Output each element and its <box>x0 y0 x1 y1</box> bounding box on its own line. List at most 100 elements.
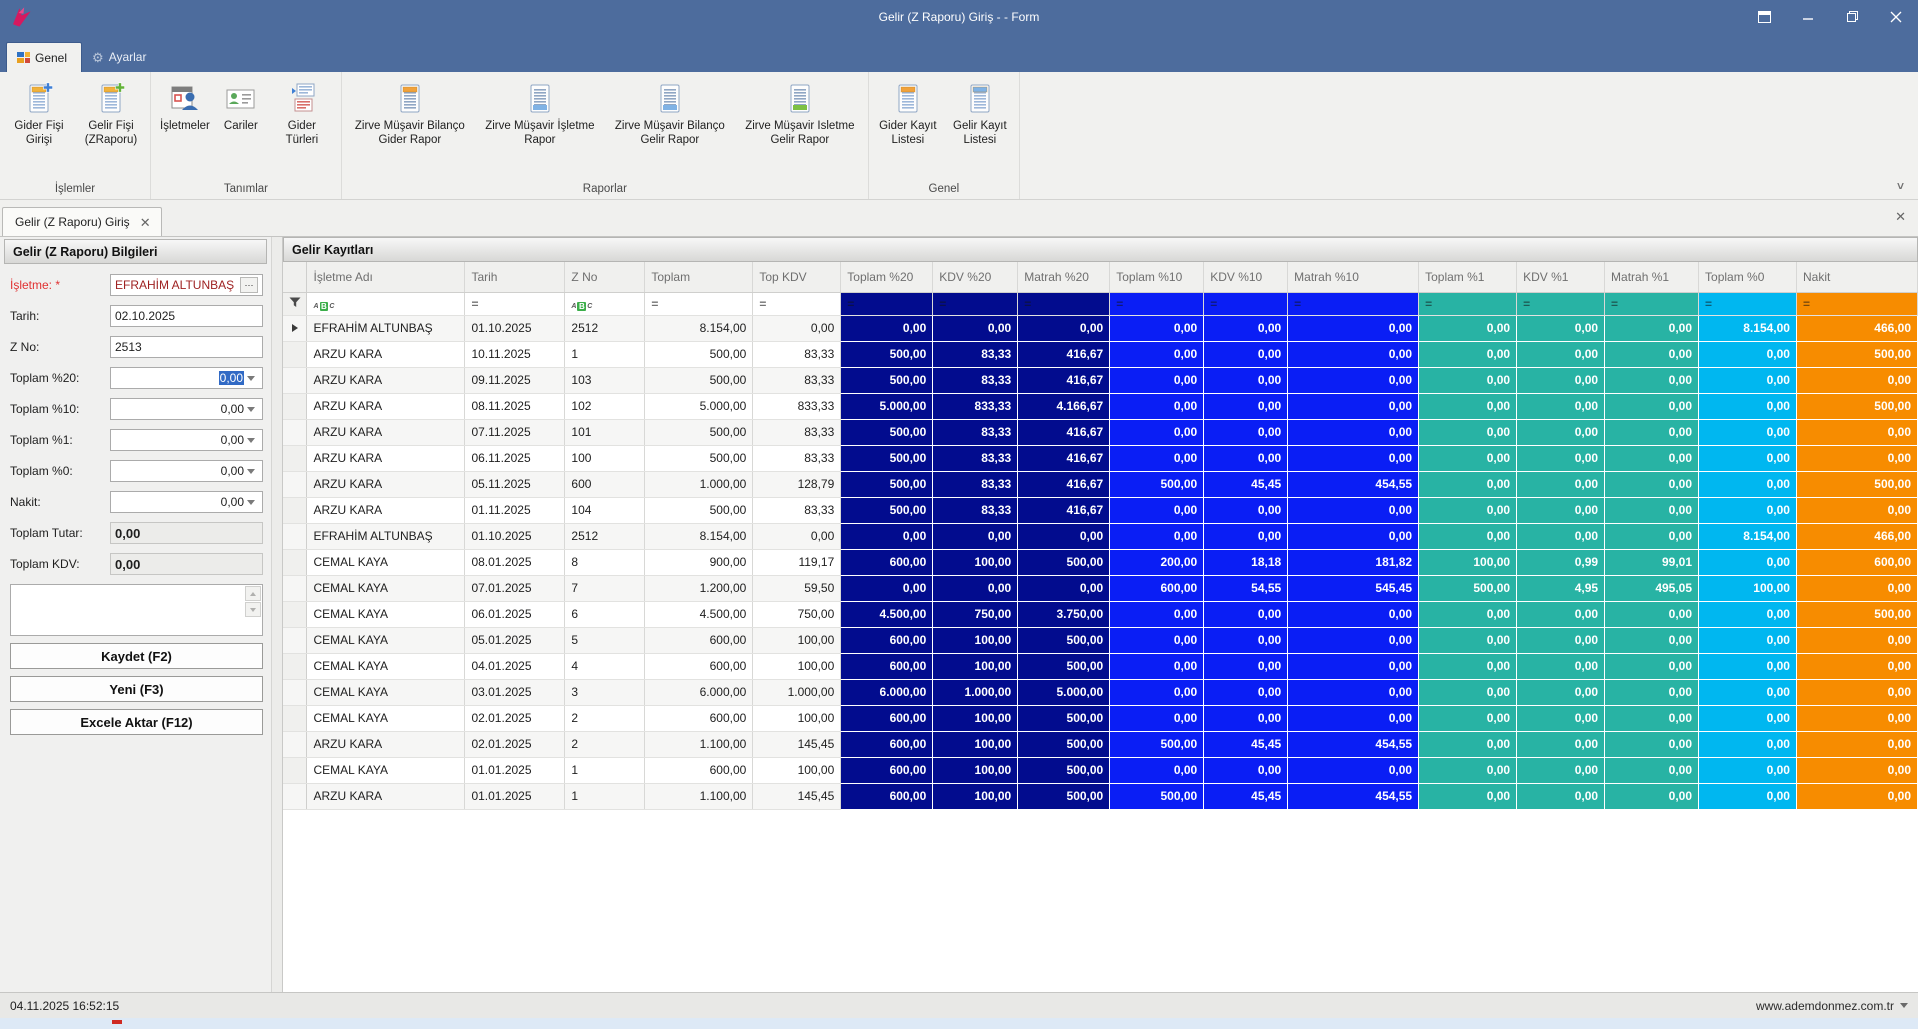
grid-cell[interactable]: 600,00 <box>841 783 933 809</box>
grid-cell[interactable]: 1.100,00 <box>645 783 753 809</box>
filter-cell-toplam[interactable]: = <box>645 292 753 315</box>
grid-cell[interactable]: 0,00 <box>1110 627 1204 653</box>
excele-aktar-f12-button[interactable]: Excele Aktar (F12) <box>10 709 263 735</box>
grid-cell[interactable]: 500,00 <box>1018 705 1110 731</box>
grid-cell[interactable]: 454,55 <box>1288 783 1419 809</box>
grid-cell[interactable]: 416,67 <box>1018 367 1110 393</box>
dropdown-arrow-icon[interactable] <box>244 469 258 474</box>
grid-cell[interactable]: 0,00 <box>1699 731 1797 757</box>
ribbon-button-i-letmeler[interactable]: İşletmeler <box>155 76 215 135</box>
grid-cell[interactable]: 100,00 <box>753 653 841 679</box>
table-row[interactable]: CEMAL KAYA06.01.202564.500,00750,004.500… <box>283 601 1918 627</box>
restore-button[interactable] <box>1830 0 1874 33</box>
table-row[interactable]: ARZU KARA05.11.20256001.000,00128,79500,… <box>283 471 1918 497</box>
grid-cell[interactable]: ARZU KARA <box>307 393 465 419</box>
grid-cell[interactable]: 0,00 <box>933 315 1018 341</box>
grid-cell[interactable]: 07.01.2025 <box>465 575 565 601</box>
table-row[interactable]: CEMAL KAYA07.01.202571.200,0059,500,000,… <box>283 575 1918 601</box>
grid-cell[interactable]: 0,00 <box>1110 445 1204 471</box>
grid-cell[interactable]: 0,00 <box>1605 679 1699 705</box>
grid-cell[interactable]: 0,00 <box>1204 393 1288 419</box>
kaydet-f2-button[interactable]: Kaydet (F2) <box>10 643 263 669</box>
grid-cell[interactable]: 833,33 <box>753 393 841 419</box>
grid-cell[interactable]: 83,33 <box>753 341 841 367</box>
grid-cell[interactable]: 545,45 <box>1288 575 1419 601</box>
grid-cell[interactable]: 2 <box>565 705 645 731</box>
grid-cell[interactable]: 100,00 <box>933 627 1018 653</box>
filter-cell-toplam-0[interactable]: = <box>1699 292 1797 315</box>
table-row[interactable]: ARZU KARA07.11.2025101500,0083,33500,008… <box>283 419 1918 445</box>
column-header-top-kdv[interactable]: Top KDV <box>753 262 841 292</box>
column-header-toplam-0[interactable]: Toplam %0 <box>1699 262 1797 292</box>
grid-cell[interactable]: 0,00 <box>1288 419 1419 445</box>
grid-cell[interactable]: 0,00 <box>1796 653 1917 679</box>
filter-cell-toplam-20[interactable]: = <box>841 292 933 315</box>
grid-cell[interactable]: 500,00 <box>1018 627 1110 653</box>
grid-cell[interactable]: 0,00 <box>841 523 933 549</box>
grid-cell[interactable]: 0,00 <box>1110 679 1204 705</box>
grid-cell[interactable]: 0,00 <box>1517 601 1605 627</box>
table-row[interactable]: CEMAL KAYA08.01.20258900,00119,17600,001… <box>283 549 1918 575</box>
grid-cell[interactable]: 1.000,00 <box>753 679 841 705</box>
grid-cell[interactable]: 100,00 <box>933 757 1018 783</box>
grid-cell[interactable]: 6.000,00 <box>841 679 933 705</box>
grid-cell[interactable]: 100,00 <box>753 757 841 783</box>
column-header-toplam[interactable]: Toplam <box>645 262 753 292</box>
table-row[interactable]: ARZU KARA08.11.20251025.000,00833,335.00… <box>283 393 1918 419</box>
grid-cell[interactable]: EFRAHİM ALTUNBAŞ <box>307 523 465 549</box>
grid-cell[interactable]: 600,00 <box>841 757 933 783</box>
grid-cell[interactable]: 01.10.2025 <box>465 523 565 549</box>
column-header-tarih[interactable]: Tarih <box>465 262 565 292</box>
grid-cell[interactable]: 0,00 <box>1288 315 1419 341</box>
grid-cell[interactable]: 0,00 <box>1605 497 1699 523</box>
grid-cell[interactable]: 0,00 <box>1605 445 1699 471</box>
grid-cell[interactable]: 09.11.2025 <box>465 367 565 393</box>
grid-cell[interactable]: CEMAL KAYA <box>307 549 465 575</box>
grid-cell[interactable]: 0,00 <box>1419 523 1517 549</box>
grid-cell[interactable]: 0,00 <box>1204 757 1288 783</box>
grid-cell[interactable]: 2512 <box>565 315 645 341</box>
grid-cell[interactable]: 500,00 <box>645 497 753 523</box>
grid-cell[interactable]: ARZU KARA <box>307 445 465 471</box>
grid-cell[interactable]: 0,00 <box>1204 497 1288 523</box>
grid-cell[interactable]: CEMAL KAYA <box>307 679 465 705</box>
grid-cell[interactable]: 0,00 <box>1419 757 1517 783</box>
grid-cell[interactable]: 0,00 <box>1517 445 1605 471</box>
grid-cell[interactable]: 0,00 <box>1605 731 1699 757</box>
grid-cell[interactable]: 02.01.2025 <box>465 705 565 731</box>
grid-cell[interactable]: 0,00 <box>1517 497 1605 523</box>
table-row[interactable]: CEMAL KAYA03.01.202536.000,001.000,006.0… <box>283 679 1918 705</box>
grid-cell[interactable]: 0,00 <box>1699 445 1797 471</box>
grid-cell[interactable]: 0,00 <box>1796 783 1917 809</box>
column-header-toplam-1[interactable]: Toplam %1 <box>1419 262 1517 292</box>
notes-field[interactable] <box>10 584 263 636</box>
grid-cell[interactable]: 0,00 <box>1605 341 1699 367</box>
filter-cell-toplam-1[interactable]: = <box>1419 292 1517 315</box>
grid-cell[interactable]: 0,00 <box>1699 549 1797 575</box>
grid-cell[interactable]: 0,00 <box>1018 523 1110 549</box>
grid-cell[interactable]: 0,00 <box>1288 757 1419 783</box>
table-row[interactable]: CEMAL KAYA05.01.20255600,00100,00600,001… <box>283 627 1918 653</box>
doc-tab-gelir-z-raporu-giris[interactable]: Gelir (Z Raporu) Giriş ✕ <box>2 207 162 236</box>
close-button[interactable] <box>1874 0 1918 33</box>
grid-cell[interactable]: 0,00 <box>1288 341 1419 367</box>
grid-cell[interactable]: 0,00 <box>1419 393 1517 419</box>
grid-cell[interactable]: 500,00 <box>1018 757 1110 783</box>
grid-cell[interactable]: 600,00 <box>841 549 933 575</box>
grid-cell[interactable]: 4 <box>565 653 645 679</box>
grid-cell[interactable]: 500,00 <box>645 445 753 471</box>
grid-cell[interactable]: 833,33 <box>933 393 1018 419</box>
tab-close-icon[interactable]: ✕ <box>140 216 151 229</box>
grid-cell[interactable]: 0,00 <box>933 523 1018 549</box>
grid-cell[interactable]: 500,00 <box>841 497 933 523</box>
grid-cell[interactable]: 0,00 <box>1419 367 1517 393</box>
grid-cell[interactable]: 99,01 <box>1605 549 1699 575</box>
field-toplam-1[interactable]: 0,00 <box>110 429 263 451</box>
grid-cell[interactable]: 03.01.2025 <box>465 679 565 705</box>
field-z-no[interactable]: 2513 <box>110 336 263 358</box>
grid-cell[interactable]: 200,00 <box>1110 549 1204 575</box>
grid-cell[interactable]: 466,00 <box>1796 523 1917 549</box>
ribbon-button-gelir-kay-t-listesi[interactable]: Gelir Kayıt Listesi <box>945 76 1015 150</box>
grid-cell[interactable]: 0,00 <box>1796 419 1917 445</box>
grid-cell[interactable]: 8 <box>565 549 645 575</box>
